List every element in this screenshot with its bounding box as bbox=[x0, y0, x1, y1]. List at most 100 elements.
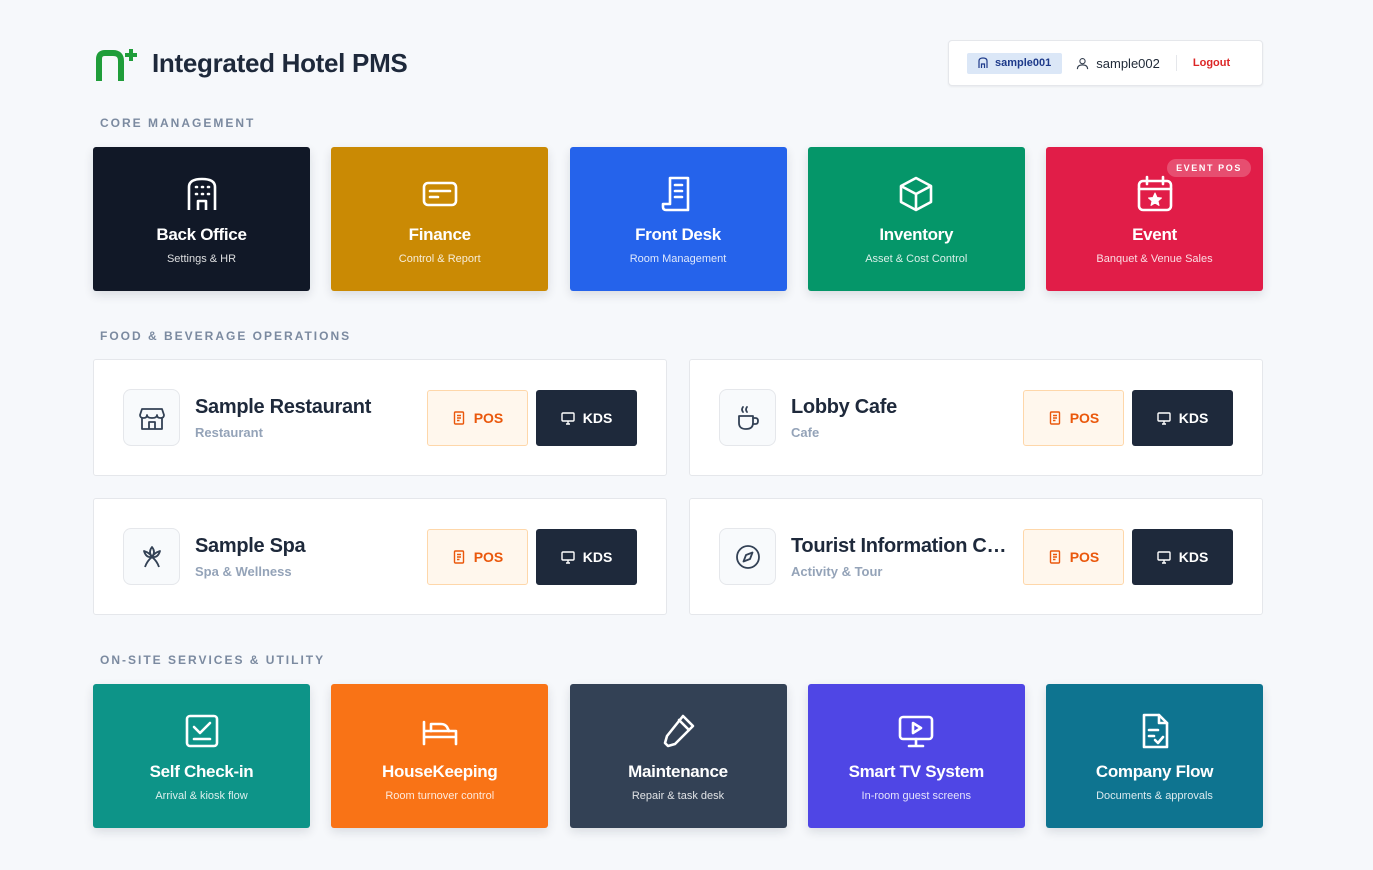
tile-subtitle: In-room guest screens bbox=[861, 790, 971, 802]
receipt-icon bbox=[1049, 410, 1060, 425]
bed-icon bbox=[422, 720, 458, 746]
tile-finance[interactable]: Finance Control & Report bbox=[331, 147, 549, 291]
tile-title: Inventory bbox=[879, 225, 954, 244]
box-icon bbox=[899, 176, 933, 212]
outlet-icon bbox=[719, 389, 776, 446]
tile-title: Company Flow bbox=[1095, 762, 1214, 781]
outlet-type: Cafe bbox=[791, 424, 820, 440]
receipt-icon bbox=[453, 410, 464, 425]
tile-title: Finance bbox=[408, 225, 471, 244]
tile-housekeeping[interactable]: HouseKeeping Room turnover control bbox=[331, 684, 549, 828]
receipt-icon bbox=[453, 549, 464, 564]
divider bbox=[1175, 55, 1177, 71]
flower-icon bbox=[142, 545, 161, 567]
section-onsite-label: ON-SITE SERVICES & UTILITY bbox=[100, 653, 326, 667]
pos-button[interactable]: POS bbox=[427, 389, 528, 446]
outlet-type: Spa & Wellness bbox=[195, 563, 292, 579]
pos-button[interactable]: POS bbox=[1023, 528, 1124, 585]
monitor-icon bbox=[561, 411, 575, 425]
pos-button[interactable]: POS bbox=[1023, 389, 1124, 446]
tile-title: Smart TV System bbox=[848, 762, 985, 781]
building-icon bbox=[187, 177, 216, 210]
tile-subtitle: Room Management bbox=[629, 253, 727, 265]
tile-inventory[interactable]: Inventory Asset & Cost Control bbox=[807, 147, 1025, 291]
pos-button[interactable]: POS bbox=[427, 528, 528, 585]
kds-label: KDS bbox=[582, 409, 613, 426]
pos-label: POS bbox=[473, 409, 504, 426]
username: sample002 bbox=[1096, 55, 1160, 71]
user-icon bbox=[1077, 57, 1089, 69]
page-title: Integrated Hotel PMS bbox=[152, 47, 408, 78]
tv-play-icon bbox=[898, 715, 934, 748]
tile-title: Maintenance bbox=[628, 762, 728, 781]
outlet-card: Sample Spa Spa & Wellness POS KDS bbox=[93, 498, 667, 615]
section-fb-label: FOOD & BEVERAGE OPERATIONS bbox=[100, 329, 352, 343]
monitor-icon bbox=[561, 550, 575, 564]
header: Integrated Hotel PMS sample001 sample002… bbox=[93, 40, 1263, 86]
event-pos-badge: EVENT POS bbox=[1167, 159, 1251, 177]
hotel-icon bbox=[978, 57, 988, 68]
outlet-card: Lobby Cafe Cafe POS KDS bbox=[689, 359, 1263, 476]
pos-label: POS bbox=[1069, 548, 1100, 565]
calendar-star-icon bbox=[1137, 175, 1172, 212]
outlet-icon bbox=[123, 389, 180, 446]
tile-title: Front Desk bbox=[635, 225, 721, 244]
credit-card-icon bbox=[422, 181, 458, 207]
kds-label: KDS bbox=[1178, 548, 1209, 565]
outlet-icon bbox=[719, 528, 776, 585]
receipt-icon bbox=[661, 176, 690, 212]
tile-subtitle: Settings & HR bbox=[166, 253, 237, 265]
kds-button[interactable]: KDS bbox=[536, 389, 637, 446]
tile-front-desk[interactable]: Front Desk Room Management bbox=[569, 147, 787, 291]
pos-label: POS bbox=[473, 548, 504, 565]
outlet-card: Sample Restaurant Restaurant POS KDS bbox=[93, 359, 667, 476]
coffee-icon bbox=[737, 405, 759, 430]
wrench-icon bbox=[663, 714, 695, 748]
property-name: sample001 bbox=[995, 57, 1052, 69]
compass-icon bbox=[735, 544, 760, 569]
pos-label: POS bbox=[1069, 409, 1100, 426]
outlet-type: Activity & Tour bbox=[791, 563, 883, 579]
outlet-type: Restaurant bbox=[195, 424, 263, 440]
outlet-name: Lobby Cafe bbox=[791, 395, 897, 418]
property-chip[interactable]: sample001 bbox=[967, 52, 1063, 74]
outlet-card: Tourist Information Center Activity & To… bbox=[689, 498, 1263, 615]
section-core-label: CORE MANAGEMENT bbox=[100, 116, 256, 130]
tile-company-flow[interactable]: Company Flow Documents & approvals bbox=[1046, 684, 1263, 828]
tile-subtitle: Room turnover control bbox=[385, 790, 495, 802]
tile-title: HouseKeeping bbox=[382, 762, 498, 781]
checkbox-icon bbox=[185, 714, 218, 748]
kds-button[interactable]: KDS bbox=[536, 528, 637, 585]
monitor-icon bbox=[1157, 411, 1171, 425]
outlet-icon bbox=[123, 528, 180, 585]
store-icon bbox=[138, 407, 165, 430]
kds-button[interactable]: KDS bbox=[1132, 389, 1233, 446]
kds-button[interactable]: KDS bbox=[1132, 528, 1233, 585]
tile-subtitle: Banquet & Venue Sales bbox=[1096, 253, 1213, 265]
tile-subtitle: Arrival & kiosk flow bbox=[155, 790, 248, 802]
tile-subtitle: Repair & task desk bbox=[631, 790, 725, 802]
outlet-name: Tourist Information Center bbox=[791, 534, 1011, 557]
onsite-tiles: Self Check-in Arrival & kiosk flow House… bbox=[93, 684, 1263, 828]
tile-maintenance[interactable]: Maintenance Repair & task desk bbox=[569, 684, 787, 828]
user-box: sample001 sample002 Logout bbox=[948, 40, 1263, 86]
tile-back-office[interactable]: Back Office Settings & HR bbox=[93, 147, 310, 291]
tile-subtitle: Asset & Cost Control bbox=[865, 253, 968, 265]
brand: Integrated Hotel PMS bbox=[96, 45, 408, 81]
tile-subtitle: Documents & approvals bbox=[1096, 790, 1213, 802]
receipt-icon bbox=[1049, 549, 1060, 564]
core-tiles: Back Office Settings & HR Finance Contro… bbox=[93, 147, 1263, 291]
tile-title: Self Check-in bbox=[149, 762, 254, 781]
kds-label: KDS bbox=[582, 548, 613, 565]
tile-title: Back Office bbox=[156, 225, 247, 244]
tile-self-check-in[interactable]: Self Check-in Arrival & kiosk flow bbox=[93, 684, 310, 828]
tile-subtitle: Control & Report bbox=[398, 253, 481, 265]
brand-logo-icon bbox=[96, 49, 137, 81]
tile-event[interactable]: EVENT POS Event Banquet & Venue Sales bbox=[1046, 147, 1263, 291]
monitor-icon bbox=[1157, 550, 1171, 564]
outlet-name: Sample Spa bbox=[195, 534, 306, 557]
user-account[interactable]: sample002 bbox=[1076, 56, 1160, 71]
outlet-name: Sample Restaurant bbox=[195, 395, 372, 418]
tile-smart-tv[interactable]: Smart TV System In-room guest screens bbox=[807, 684, 1025, 828]
logout-button[interactable]: Logout bbox=[1193, 57, 1230, 69]
